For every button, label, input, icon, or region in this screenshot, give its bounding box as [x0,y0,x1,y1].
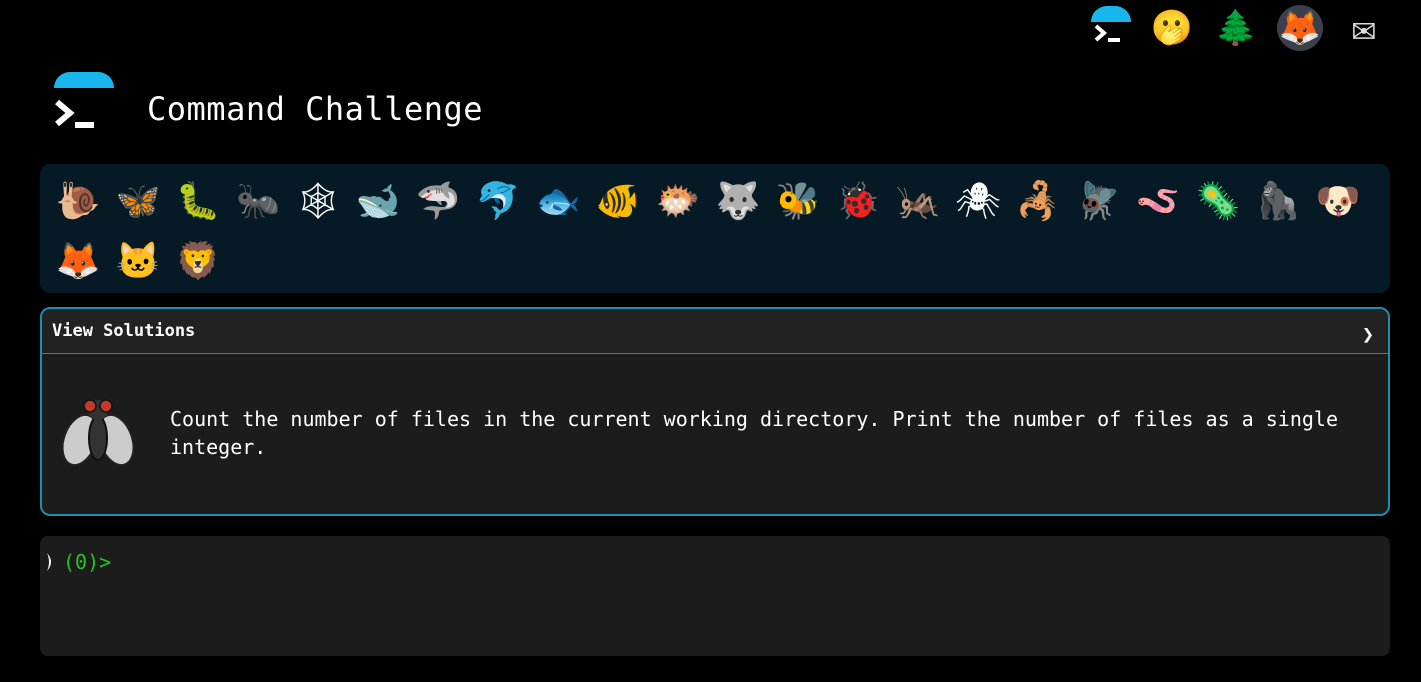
dolphin-icon[interactable]: 🐬 [468,172,528,232]
top-nav: 🫢 🌲 🦊 ✉ [1085,2,1387,54]
terminal[interactable]: (0)> [40,536,1390,656]
envelope-icon[interactable]: ✉ [1341,5,1387,51]
bee-icon[interactable]: 🐝 [768,172,828,232]
snail-icon[interactable]: 🐌 [48,172,108,232]
cat-icon[interactable]: 🐱 [108,232,168,292]
shark-icon[interactable]: 🦈 [408,172,468,232]
microbe-icon[interactable]: 🦠 [1188,172,1248,232]
fish-icon[interactable]: 🐟 [528,172,588,232]
blowfish-icon[interactable]: 🐡 [648,172,708,232]
caterpillar-icon[interactable]: 🐛 [168,172,228,232]
spider-icon[interactable]: 🕷 [948,172,1008,232]
cricket-icon[interactable]: 🦗 [888,172,948,232]
prompt-line[interactable]: (0)> [46,550,1390,574]
view-solutions-label: View Solutions [52,321,196,341]
lion-icon[interactable]: 🦁 [168,232,228,292]
whale-icon[interactable]: 🐋 [348,172,408,232]
scorpion-icon[interactable]: 🦂 [1008,172,1068,232]
terminal-logo-icon[interactable] [1085,5,1131,51]
tropical-fish-icon[interactable]: 🐠 [588,172,648,232]
page-title: Command Challenge [147,90,484,128]
wolf-icon[interactable]: 🐺 [708,172,768,232]
gitlab-icon[interactable]: 🦊 [1277,5,1323,51]
tree-icon[interactable]: 🌲 [1213,5,1259,51]
gorilla-icon[interactable]: 🦍 [1248,172,1308,232]
hand-over-mouth-icon[interactable]: 🫢 [1149,5,1195,51]
dog-icon[interactable]: 🐶 [1308,172,1368,232]
fox-icon[interactable]: 🦊 [48,232,108,292]
challenge-panel: View Solutions ❯ Count the number of fil… [40,307,1390,516]
terminal-logo-icon[interactable] [53,72,115,134]
page-header: Command Challenge [53,72,483,134]
terminal-prompt: (0)> [63,550,112,574]
challenge-body: Count the number of files in the current… [42,354,1388,514]
ladybug-icon[interactable]: 🐞 [828,172,888,232]
challenge-selector: 🐌 🦋 🐛 🐜 🕸 🐋 🦈 🐬 🐟 🐠 🐡 🐺 🐝 🐞 🦗 🕷 🦂 🪰 🪱 🦠 🦍 🐶 🦊 🐱 🦁 [40,164,1390,293]
fly-icon[interactable]: 🪰 [1068,172,1128,232]
fly-icon [61,399,135,467]
spider-web-icon[interactable]: 🕸 [288,172,348,232]
view-solutions-toggle[interactable]: View Solutions ❯ [42,309,1388,354]
challenge-description: Count the number of files in the current… [170,407,1338,459]
chevron-right-icon[interactable]: ❯ [1362,322,1374,346]
cursor-icon [47,553,51,571]
worm-icon[interactable]: 🪱 [1128,172,1188,232]
butterfly-icon[interactable]: 🦋 [108,172,168,232]
ant-icon[interactable]: 🐜 [228,172,288,232]
